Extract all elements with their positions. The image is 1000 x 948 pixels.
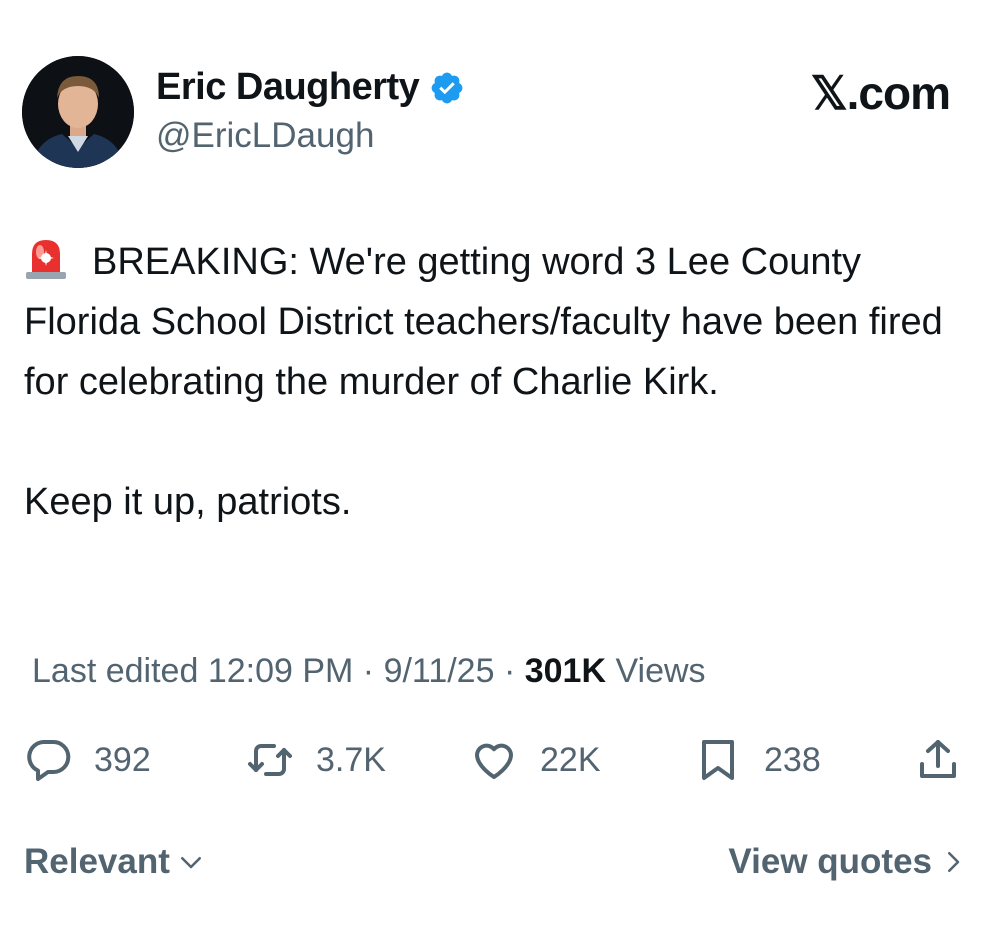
tweet-date[interactable]: 9/11/25 — [384, 652, 495, 690]
police-siren-icon — [26, 240, 66, 279]
tweet-body: BREAKING: We're getting word 3 Lee Count… — [24, 241, 943, 523]
brand-label: 𝕏.com — [810, 67, 951, 119]
meta-separator-2: · — [503, 652, 516, 690]
view-quotes-link[interactable]: View quotes — [728, 842, 968, 882]
tweet-meta: Last edited 12:09 PM · 9/11/25 · 301K Vi… — [32, 652, 706, 691]
bookmark-count: 238 — [764, 740, 821, 779]
author-name-row: Eric Daugherty — [156, 66, 465, 109]
sort-replies-toggle[interactable]: Relevant — [24, 842, 206, 882]
views-label: Views — [615, 652, 706, 690]
reply-icon — [27, 739, 71, 781]
meta-separator-1: · — [362, 652, 375, 690]
view-quotes-label: View quotes — [728, 842, 932, 881]
like-count: 22K — [540, 740, 601, 779]
chevron-down-icon — [180, 857, 201, 869]
bookmark-icon — [702, 740, 734, 780]
tweet-action-bar: 392 3.7K 22K 238 — [24, 730, 976, 790]
like-button[interactable]: 22K — [470, 730, 601, 790]
views-count: 301K — [524, 652, 607, 690]
tweet-time[interactable]: 12:09 PM — [208, 652, 354, 690]
tweet-text-block: BREAKING: We're getting word 3 Lee Count… — [24, 232, 974, 532]
author-display-name[interactable]: Eric Daugherty — [156, 66, 420, 109]
edited-label[interactable]: Last edited — [32, 652, 198, 690]
repost-icon — [248, 744, 292, 776]
share-icon — [920, 740, 956, 778]
author-handle[interactable]: @EricLDaugh — [156, 116, 374, 156]
repost-count: 3.7K — [316, 740, 386, 779]
share-button[interactable] — [914, 730, 962, 790]
repost-button[interactable]: 3.7K — [246, 730, 386, 790]
chevron-right-icon — [948, 852, 960, 872]
verified-badge-icon[interactable] — [429, 70, 465, 106]
reply-count: 392 — [94, 740, 151, 779]
avatar-photo — [22, 56, 134, 168]
author-avatar[interactable] — [22, 56, 134, 168]
reply-button[interactable]: 392 — [24, 730, 151, 790]
heart-icon — [475, 743, 513, 779]
sort-label: Relevant — [24, 842, 170, 881]
bookmark-button[interactable]: 238 — [694, 730, 821, 790]
